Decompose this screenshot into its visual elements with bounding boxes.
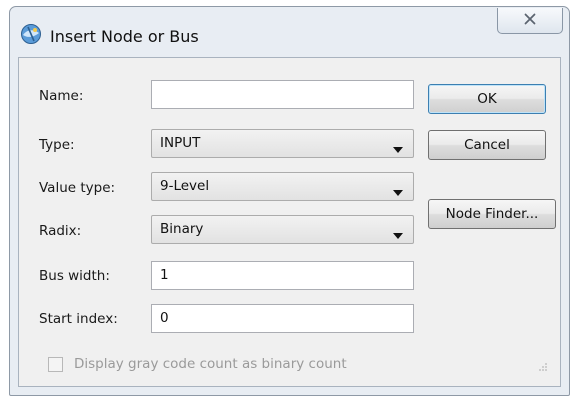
type-select-value: INPUT [160,135,201,151]
dialog-body: Name: Type: INPUT Value type: 9-Level Ra… [18,57,561,387]
radix-select-value: Binary [160,221,204,237]
dropdown-arrow-icon [393,227,403,243]
name-label: Name: [39,88,84,104]
close-icon [524,13,536,29]
gray-code-checkbox[interactable] [48,357,63,372]
app-icon [20,23,42,45]
dropdown-arrow-icon [393,184,403,200]
insert-node-dialog: Insert Node or Bus Name: Type: INPUT Val… [9,6,570,396]
name-input[interactable] [151,80,414,109]
resize-grip-icon[interactable] [538,361,548,376]
dropdown-arrow-icon [393,141,403,157]
bus-width-input[interactable]: 1 [151,261,414,290]
radix-label: Radix: [39,223,82,239]
radix-select[interactable]: Binary [151,215,414,244]
window-title: Insert Node or Bus [50,27,199,46]
value-type-label: Value type: [39,180,116,196]
type-label: Type: [39,137,75,153]
title-bar[interactable]: Insert Node or Bus [10,7,569,57]
start-index-input[interactable]: 0 [151,304,414,333]
type-select[interactable]: INPUT [151,129,414,158]
node-finder-button[interactable]: Node Finder... [428,199,556,229]
ok-button[interactable]: OK [428,84,546,114]
value-type-select[interactable]: 9-Level [151,172,414,201]
close-button[interactable] [497,8,563,34]
bus-width-label: Bus width: [39,268,110,284]
gray-code-label: Display gray code count as binary count [74,356,347,372]
value-type-select-value: 9-Level [160,178,210,194]
cancel-button[interactable]: Cancel [428,130,546,160]
start-index-label: Start index: [39,311,118,327]
